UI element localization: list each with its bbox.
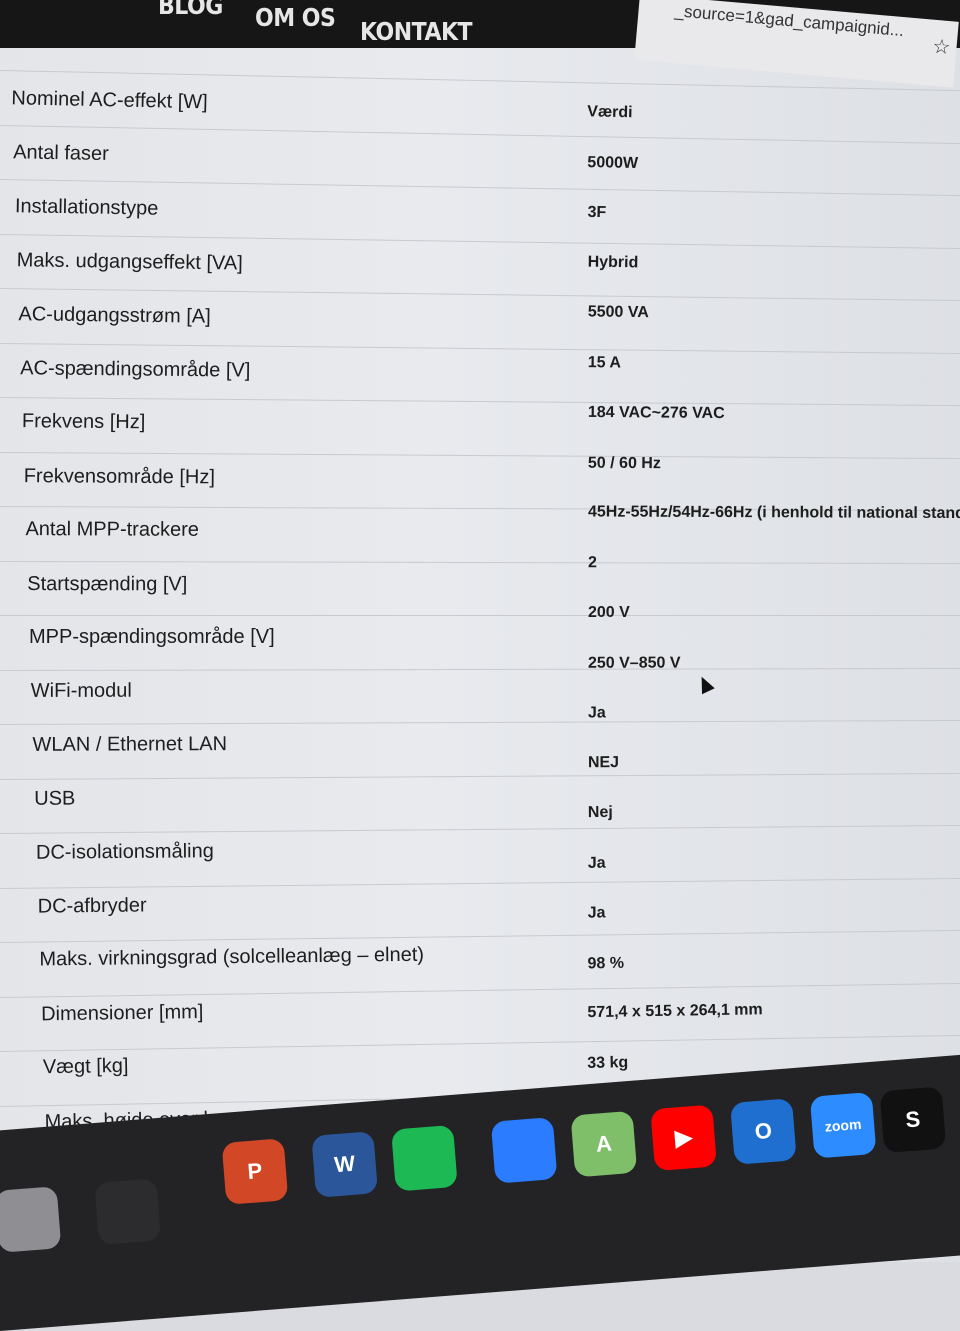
table-row: Antal MPP-trackere 45Hz-55Hz/54Hz-66Hz (i… — [0, 503, 960, 564]
row-parameter: WLAN / Ethernet LAN — [32, 732, 228, 756]
row-value: 15 A — [587, 353, 622, 372]
row-parameter: Dimensioner [mm] — [40, 1000, 204, 1025]
maps-icon[interactable]: A — [570, 1110, 638, 1178]
zoom-icon[interactable]: zoom — [809, 1091, 877, 1159]
messenger-icon[interactable] — [490, 1117, 558, 1184]
row-value: 571,4 x 515 x 264,1 mm — [587, 1001, 763, 1022]
top-navigation: BLOG OM OS KONTAKT _source=1&gad_campaig… — [0, 0, 960, 88]
outlook-icon[interactable]: O — [730, 1098, 797, 1165]
row-value: 5000W — [587, 153, 639, 172]
youtube-icon[interactable]: ▶ — [650, 1104, 717, 1172]
row-value: Ja — [587, 904, 606, 922]
row-parameter: Frekvens [Hz] — [21, 410, 146, 434]
table-row: USB NEJ — [0, 754, 960, 832]
row-value: Ja — [587, 704, 606, 722]
word-icon[interactable]: W — [311, 1131, 379, 1198]
row-value: 98 % — [587, 953, 625, 972]
settings-icon[interactable] — [0, 1186, 62, 1253]
row-value: Ja — [587, 854, 606, 872]
davinci-resolve-icon[interactable] — [94, 1178, 162, 1245]
row-parameter: Frekvensområde [Hz] — [23, 464, 215, 488]
row-parameter: Nominel AC-effekt [W] — [11, 87, 208, 114]
row-parameter: AC-spændingsområde [V] — [20, 356, 251, 382]
table-row: DC-isolationsmåling Nej — [0, 804, 960, 886]
powerpoint-icon[interactable]: P — [221, 1138, 289, 1205]
row-parameter: MPP-spændingsområde [V] — [29, 626, 275, 648]
row-parameter: USB — [34, 787, 76, 810]
row-parameter: Startspænding [V] — [27, 572, 188, 595]
row-value: Værdi — [587, 103, 633, 122]
row-parameter: WiFi-modul — [30, 679, 132, 702]
row-parameter: Installationstype — [14, 195, 159, 220]
url-text[interactable]: _source=1&gad_campaignid... — [674, 1, 905, 41]
row-value: 50 / 60 Hz — [587, 453, 661, 472]
star-icon[interactable]: ☆ — [931, 34, 952, 60]
row-parameter: Antal faser — [12, 141, 109, 165]
row-value: 45Hz-55Hz/54Hz-66Hz (i henhold til natio… — [587, 503, 960, 523]
row-value: 5500 VA — [587, 303, 649, 322]
row-value: Nej — [587, 804, 613, 822]
table-row: MPP-spændingsområde [V] 200 V — [0, 604, 960, 668]
table-row: Startspænding [V] 2 — [0, 554, 960, 616]
row-value: Hybrid — [587, 253, 639, 272]
row-parameter: Maks. virkningsgrad (solcelleanlæg – eln… — [39, 944, 425, 971]
row-parameter: AC-udgangsstrøm [A] — [18, 302, 211, 328]
nav-om-os-link[interactable]: OM OS — [255, 4, 336, 33]
nav-kontakt-link[interactable]: KONTAKT — [360, 18, 473, 47]
table-row: WLAN / Ethernet LAN Ja — [0, 704, 960, 777]
row-value: 33 kg — [587, 1053, 629, 1072]
table-row: Frekvens [Hz] 184 VAC~276 VAC — [0, 397, 960, 459]
row-parameter: DC-isolationsmåling — [35, 839, 214, 864]
row-value: 250 V–850 V — [587, 653, 681, 672]
nav-blog-link[interactable]: BLOG — [158, 0, 223, 21]
table-row: AC-spændingsområde [V] 15 A — [0, 342, 960, 406]
spotify-icon[interactable] — [391, 1124, 458, 1192]
row-parameter: Antal MPP-trackere — [25, 518, 199, 542]
row-value: 2 — [587, 553, 597, 571]
row-value: 3F — [587, 203, 607, 221]
row-value: NEJ — [587, 754, 620, 772]
row-parameter: Vægt [kg] — [42, 1055, 129, 1079]
table-row: Frekvensområde [Hz] 50 / 60 Hz — [0, 451, 960, 511]
table-row: WiFi-modul 250 V–850 V — [0, 654, 960, 723]
row-parameter: DC-afbryder — [37, 893, 147, 918]
shortcut-app-icon[interactable]: S — [879, 1086, 947, 1154]
row-parameter: Maks. udgangseffekt [VA] — [16, 248, 243, 275]
row-value: 200 V — [588, 604, 630, 621]
row-value: 184 VAC~276 VAC — [587, 403, 725, 422]
